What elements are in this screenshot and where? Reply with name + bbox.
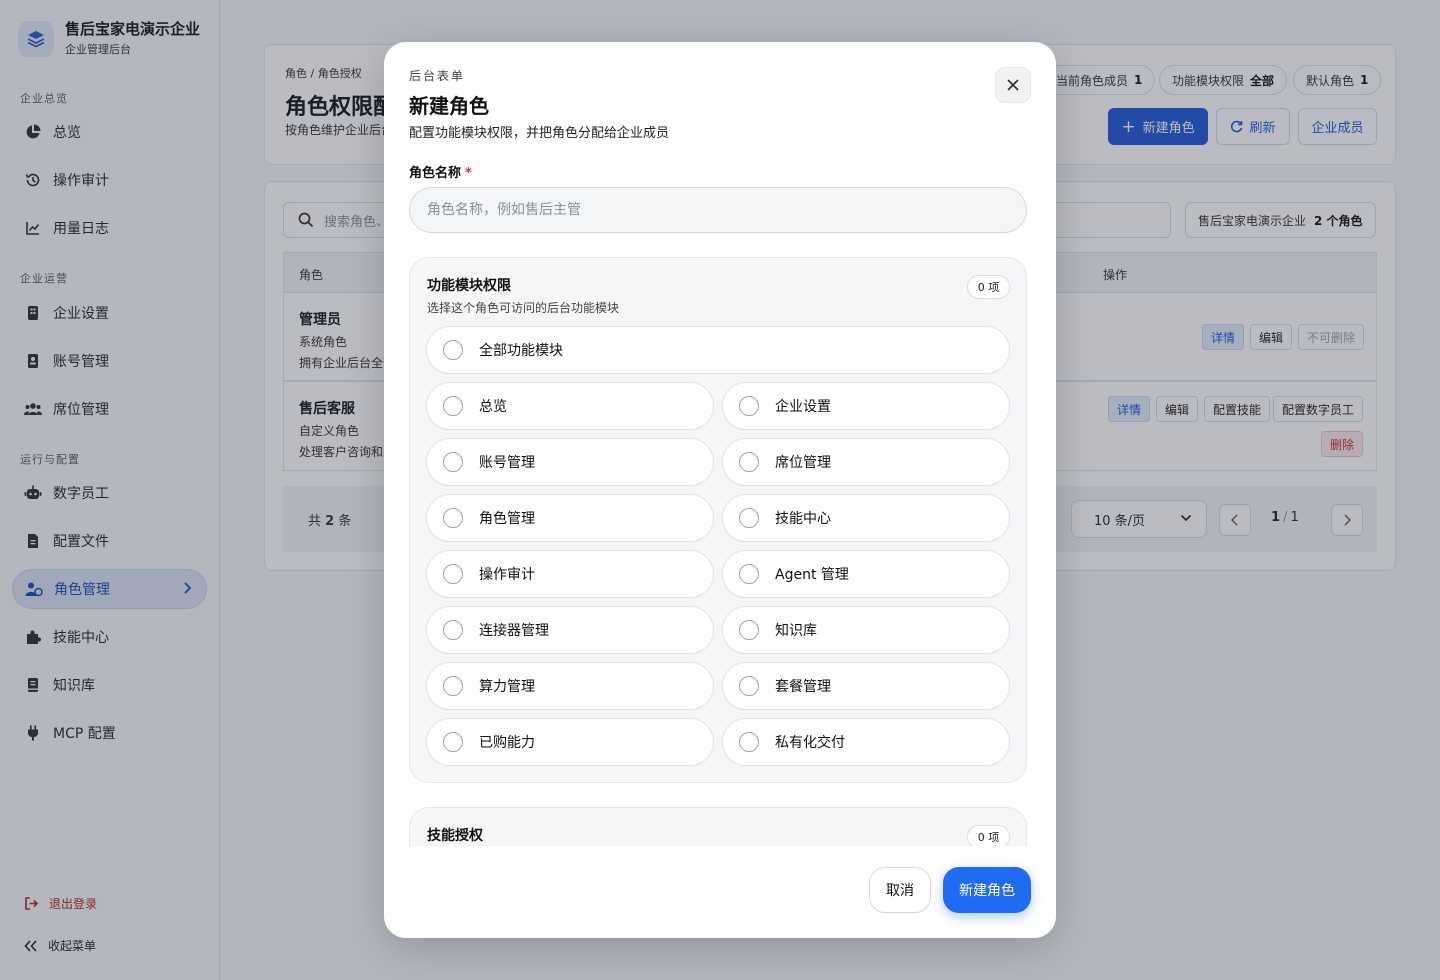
option-label: 角色管理 <box>479 511 535 527</box>
section-title: 技能授权 <box>427 828 483 844</box>
option-label: 全部功能模块 <box>479 343 563 359</box>
option-label: 企业设置 <box>775 399 831 415</box>
dialog-title: 新建角色 <box>409 94 489 118</box>
option-module[interactable]: 技能中心 <box>722 494 1010 542</box>
selected-count-badge: 0 项 <box>967 275 1010 299</box>
option-module[interactable]: 知识库 <box>722 606 1010 654</box>
radio-circle <box>443 508 463 528</box>
option-label: 算力管理 <box>479 679 535 695</box>
option-module[interactable]: 企业设置 <box>722 382 1010 430</box>
radio-circle <box>739 452 759 472</box>
radio-circle <box>443 396 463 416</box>
option-module[interactable]: 席位管理 <box>722 438 1010 486</box>
dialog-description: 配置功能模块权限，并把角色分配给企业成员 <box>409 126 670 141</box>
radio-circle <box>739 396 759 416</box>
option-label: 总览 <box>479 399 507 415</box>
skill-permissions-section: 技能授权 0 项 <box>409 807 1027 846</box>
section-title: 功能模块权限 <box>427 278 511 294</box>
radio-circle <box>739 620 759 640</box>
dialog-kicker: 后台表单 <box>409 69 466 83</box>
module-permissions-section: 功能模块权限 选择这个角色可访问的后台功能模块 0 项 全部功能模块 总览 企业… <box>409 257 1027 783</box>
submit-button[interactable]: 新建角色 <box>943 867 1031 913</box>
option-label: 套餐管理 <box>775 679 831 695</box>
option-module[interactable]: 算力管理 <box>426 662 714 710</box>
close-icon <box>1006 78 1020 92</box>
option-module[interactable]: 角色管理 <box>426 494 714 542</box>
option-all-modules[interactable]: 全部功能模块 <box>426 326 1010 374</box>
option-label: 席位管理 <box>775 455 831 471</box>
required-mark: * <box>465 166 472 181</box>
option-module[interactable]: 总览 <box>426 382 714 430</box>
option-module[interactable]: 连接器管理 <box>426 606 714 654</box>
role-name-label: 角色名称 * <box>409 162 472 181</box>
option-label: 连接器管理 <box>479 623 549 639</box>
role-name-label-text: 角色名称 <box>409 166 462 181</box>
option-label: 已购能力 <box>479 735 535 751</box>
close-button[interactable] <box>995 67 1031 103</box>
radio-circle <box>443 564 463 584</box>
role-name-input[interactable] <box>409 187 1027 233</box>
option-label: 技能中心 <box>775 511 831 527</box>
selected-count-badge: 0 项 <box>967 825 1010 846</box>
option-module[interactable]: 套餐管理 <box>722 662 1010 710</box>
option-module[interactable]: 操作审计 <box>426 550 714 598</box>
option-label: Agent 管理 <box>775 567 849 583</box>
radio-circle <box>443 732 463 752</box>
radio-circle <box>739 732 759 752</box>
radio-circle <box>443 340 463 360</box>
dialog-scroll-area[interactable]: 功能模块权限 选择这个角色可访问的后台功能模块 0 项 全部功能模块 总览 企业… <box>384 238 1056 846</box>
radio-circle <box>443 620 463 640</box>
option-module[interactable]: 账号管理 <box>426 438 714 486</box>
create-role-dialog: 后台表单 新建角色 配置功能模块权限，并把角色分配给企业成员 角色名称* 功能模… <box>384 42 1056 938</box>
option-label: 私有化交付 <box>775 735 845 751</box>
option-label: 知识库 <box>775 623 817 639</box>
radio-circle <box>739 508 759 528</box>
radio-circle <box>739 676 759 696</box>
option-module[interactable]: Agent 管理 <box>722 550 1010 598</box>
option-label: 账号管理 <box>479 455 535 471</box>
cancel-button[interactable]: 取消 <box>869 867 931 913</box>
radio-circle <box>443 452 463 472</box>
option-module[interactable]: 私有化交付 <box>722 718 1010 766</box>
radio-circle <box>739 564 759 584</box>
option-label: 操作审计 <box>479 567 535 583</box>
dialog-footer: 取消 新建角色 <box>384 846 1056 938</box>
option-module[interactable]: 已购能力 <box>426 718 714 766</box>
section-subtitle: 选择这个角色可访问的后台功能模块 <box>427 301 620 315</box>
radio-circle <box>443 676 463 696</box>
